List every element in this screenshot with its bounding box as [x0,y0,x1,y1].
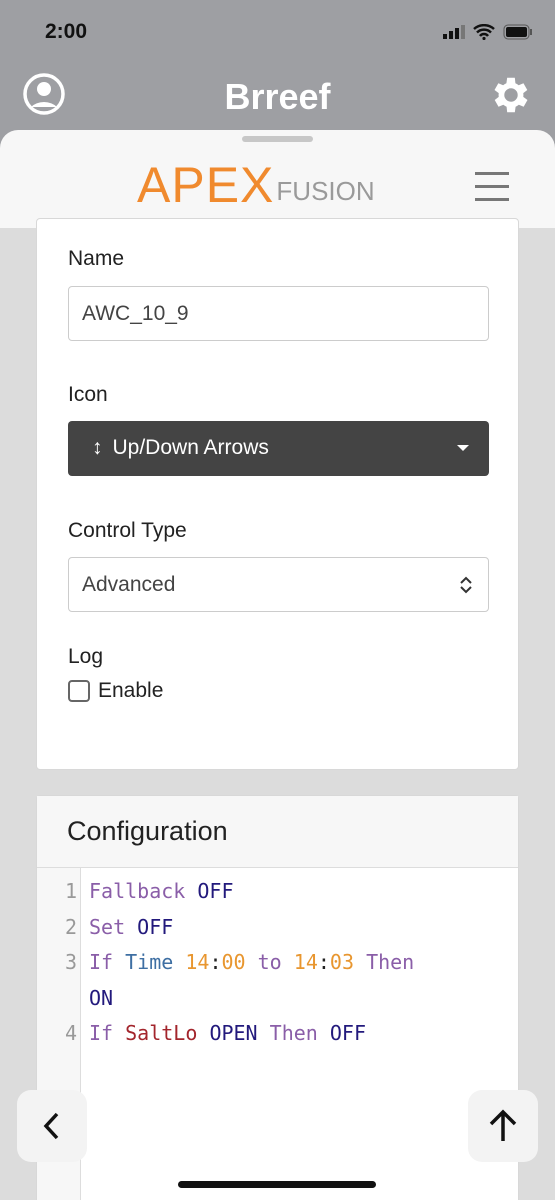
apex-fusion-logo: APEX FUSION [137,157,375,213]
code-token: OPEN [209,1021,258,1045]
code-token: OFF [329,1021,366,1045]
code-token: ON [89,985,114,1010]
log-label: Log [68,645,104,668]
name-input[interactable]: AWC_10_9 [68,286,489,341]
enable-log-checkbox[interactable]: Enable [68,679,163,703]
line-content: If Time 14:00 to 14:03 Then [89,945,414,981]
code-line: ON [37,981,518,1017]
code-editor[interactable]: 1 Fallback OFF 2 Set OFF 3 If Time 14:00 to 1… [37,868,518,1200]
name-label: Name [68,247,125,270]
configuration-panel: Configuration 1 Fallback OFF 2 Set OFF 3 If T… [36,795,519,1200]
line-number: 1 [64,879,77,903]
code-token: SaltLo [125,1021,198,1045]
scroll-to-top-button[interactable] [468,1090,538,1162]
enable-label: Enable [98,679,164,702]
line-content: If SaltLo OPEN Then OFF [89,1016,366,1052]
back-button[interactable] [17,1090,87,1162]
status-time: 2:00 [45,20,88,43]
line-content: Set OFF [89,910,173,946]
code-token: Time [125,950,174,974]
control-type-select[interactable]: Advanced [68,557,489,612]
line-number: 3 [64,950,77,974]
battery-icon [503,24,532,40]
code-line: 3 If Time 14:00 to 14:03 Then [37,945,518,981]
output-settings-panel: Name AWC_10_9 Icon ↕ Up/Down Arrows Contr… [36,218,519,770]
home-indicator [178,1181,376,1188]
control-type-label: Control Type [68,519,187,542]
code-token: OFF [197,879,234,903]
code-line: 4 If SaltLo OPEN Then OFF [37,1016,518,1052]
code-token: Fallback [89,879,186,903]
icon-value: Up/Down Arrows [112,436,269,459]
cellular-signal-icon [443,25,465,39]
code-token: OFF [137,914,174,939]
logo-fusion: FUSION [276,176,375,206]
logo-apex: APEX [137,157,275,213]
icon-label: Icon [68,383,108,406]
line-content: Fallback OFF [89,874,234,910]
app-title: Brreef [224,76,331,117]
app-bar: Brreef [0,64,555,130]
wifi-icon [473,24,495,40]
code-token: Set [89,914,126,939]
line-content: ON [89,981,113,1017]
line-number: 4 [64,1021,77,1045]
caret-down-icon [457,445,469,451]
configuration-title: Configuration [37,796,518,868]
line-number: 2 [64,914,77,939]
code-line: 1 Fallback OFF [37,874,518,910]
code-token: 14 [293,950,318,974]
code-token: 03 [329,950,355,974]
code-token: : [317,950,330,974]
code-token: Then [366,950,415,974]
code-line: 2 Set OFF [37,910,518,946]
code-token: 14 [185,950,210,974]
icon-dropdown[interactable]: ↕ Up/Down Arrows [68,421,489,476]
sheet-grabber[interactable] [242,136,313,142]
code-token: If [89,950,114,974]
select-chevrons-icon [460,576,472,594]
code-token: Then [269,1021,318,1045]
page-content: Name AWC_10_9 Icon ↕ Up/Down Arrows Contr… [0,218,555,1200]
code-token: : [209,950,222,974]
control-type-value: Advanced [82,573,176,596]
chevron-left-icon [43,1112,59,1140]
code-token: 00 [221,950,246,974]
code-token: If [89,1021,114,1045]
hamburger-menu-icon[interactable] [475,172,509,211]
status-bar: 2:00 [0,0,555,64]
code-token: to [257,950,282,974]
checkbox-box[interactable] [68,680,90,702]
web-sheet: APEX FUSION Name AWC_10_9 Icon ↕ Up/Down … [0,130,555,1200]
up-down-arrows-icon: ↕ [92,436,103,459]
arrow-up-icon [489,1109,517,1141]
settings-gear-icon[interactable] [488,72,534,118]
